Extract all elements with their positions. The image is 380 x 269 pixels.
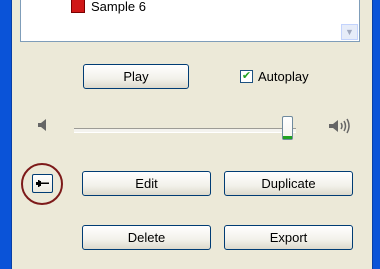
volume-slider-track[interactable] [74,128,296,133]
speaker-low-icon [38,119,46,131]
play-button[interactable]: Play [83,64,189,89]
export-button[interactable]: Export [224,225,353,250]
duplicate-button[interactable]: Duplicate [224,171,353,196]
speaker-high-icon [329,118,350,134]
volume-slider-thumb[interactable] [282,116,293,140]
sample-panel: Sample 6 ▼ Play ✔ Autoplay Edit Duplicat… [12,0,372,269]
window-frame-left [0,0,12,269]
edit-button[interactable]: Edit [82,171,211,196]
window-frame-right [372,0,380,269]
waveform-button[interactable] [32,174,53,193]
chevron-down-icon: ▼ [345,27,354,37]
delete-button[interactable]: Delete [82,225,211,250]
list-item-label: Sample 6 [91,0,146,14]
checkmark-icon: ✔ [241,70,252,82]
audio-file-icon [71,0,85,13]
scroll-down-button[interactable]: ▼ [341,24,358,40]
sample-list[interactable]: Sample 6 ▼ [20,0,360,42]
list-item[interactable]: Sample 6 [71,0,146,16]
waveform-icon [36,180,49,187]
autoplay-checkbox[interactable]: ✔ [240,70,253,83]
autoplay-label: Autoplay [258,69,309,84]
